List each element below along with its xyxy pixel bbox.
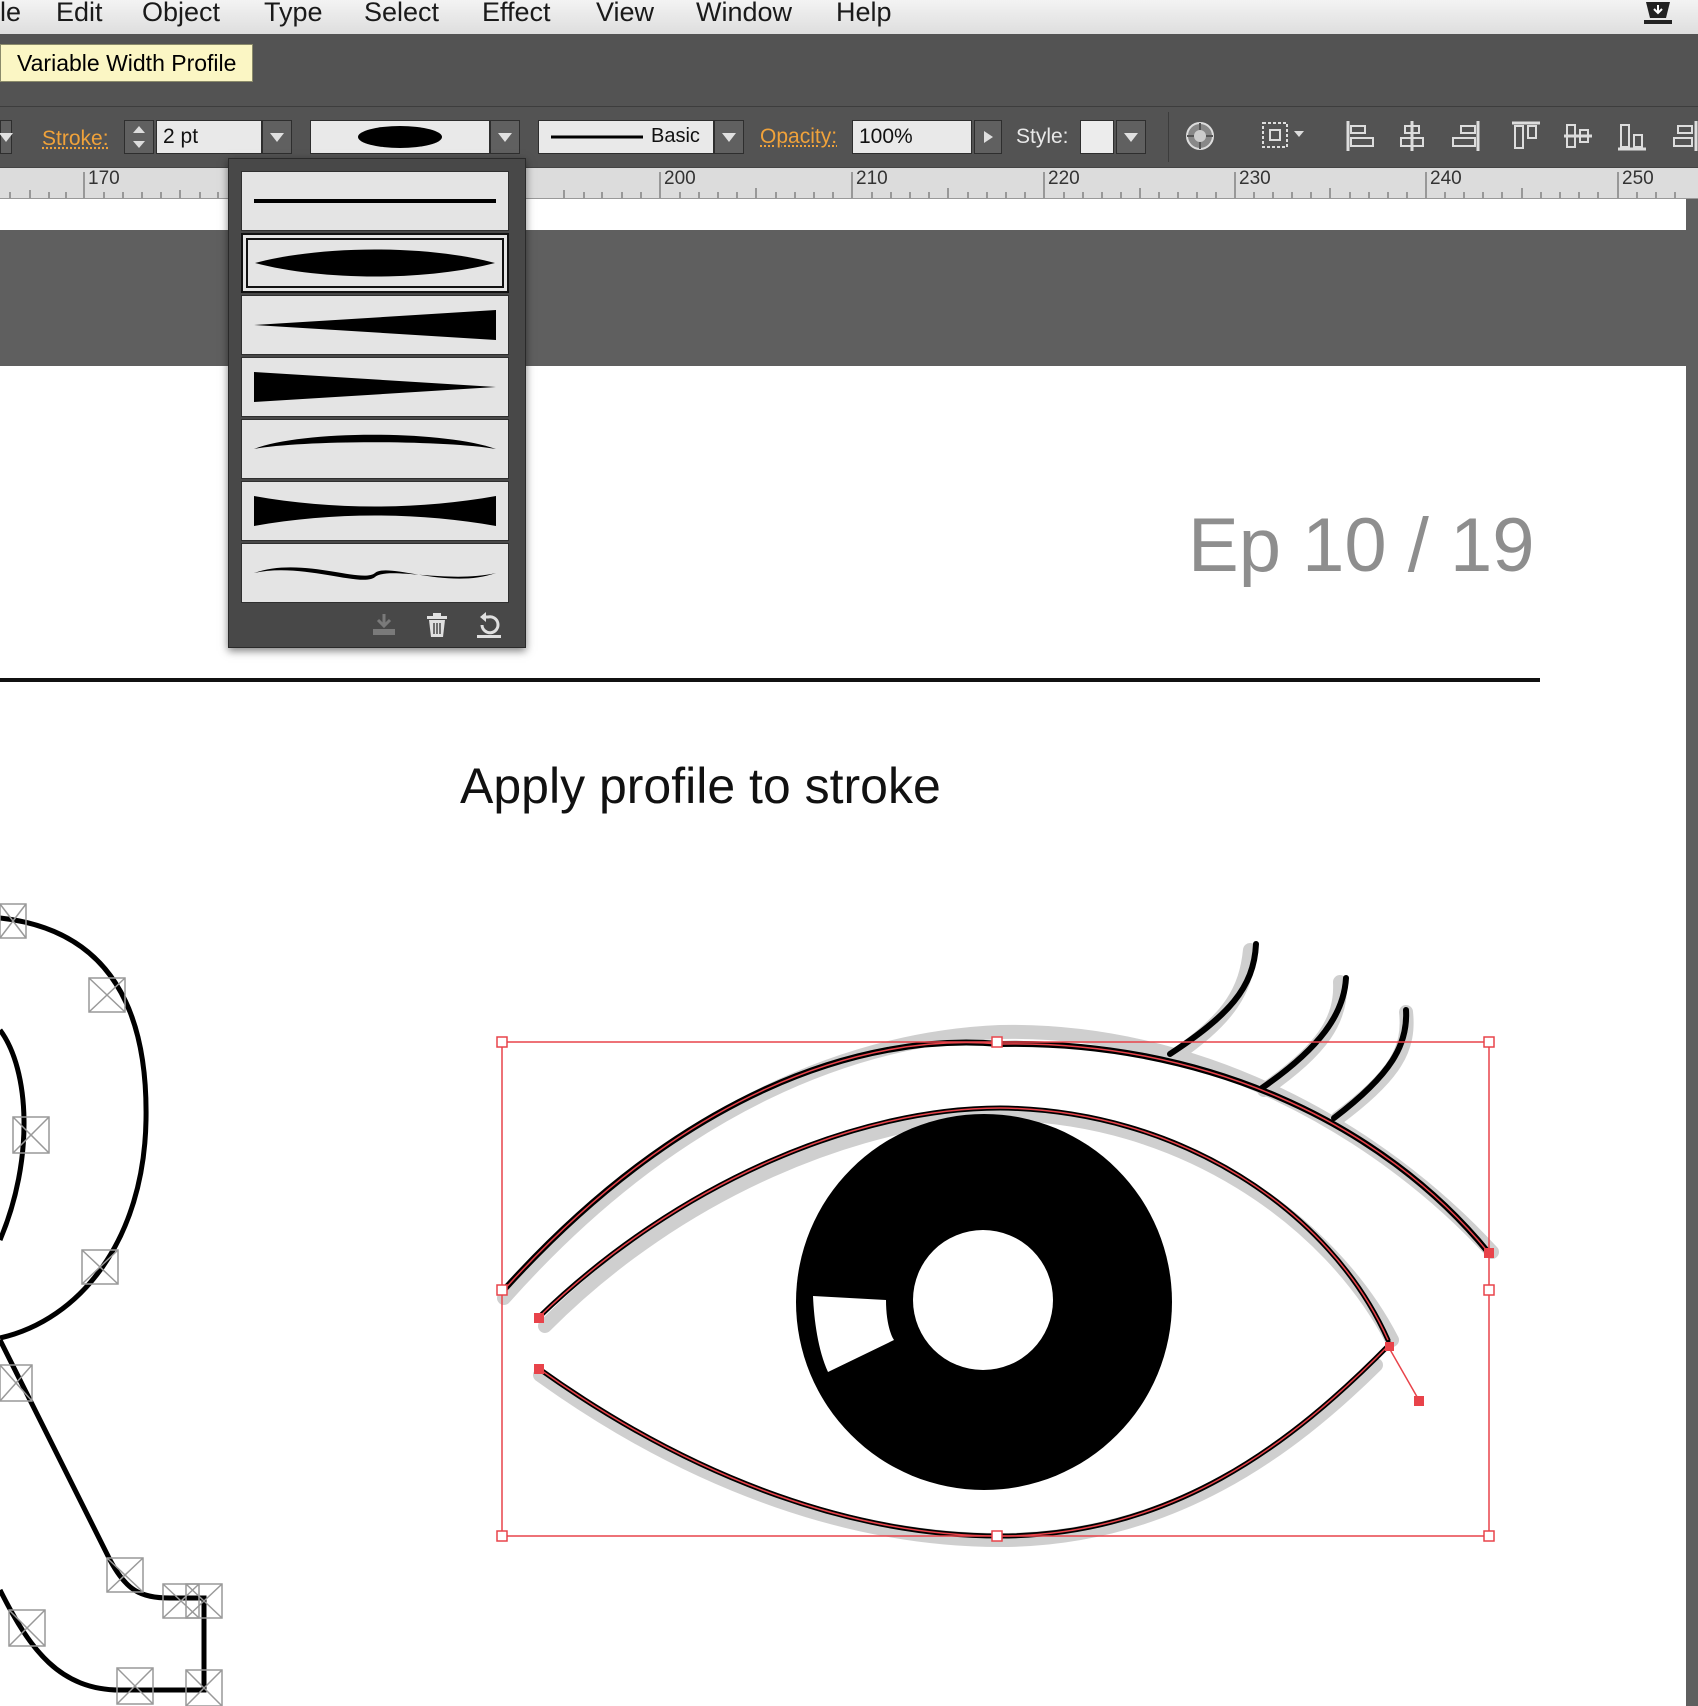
stroke-label[interactable]: Stroke: bbox=[42, 127, 109, 151]
stroke-stepper[interactable] bbox=[124, 120, 154, 154]
recolor-artwork-icon[interactable] bbox=[1184, 120, 1216, 152]
ruler-label: 210 bbox=[856, 168, 888, 189]
stroke-weight-input[interactable]: 2 pt bbox=[156, 120, 262, 154]
profile-option[interactable] bbox=[241, 171, 509, 231]
ruler-label: 220 bbox=[1048, 168, 1080, 189]
slide-subtitle: Apply profile to stroke bbox=[460, 758, 941, 814]
profile-option[interactable] bbox=[241, 481, 509, 541]
ruler-label: 200 bbox=[664, 168, 696, 189]
opacity-label[interactable]: Opacity: bbox=[760, 125, 837, 149]
ruler-label: 240 bbox=[1430, 168, 1462, 189]
style-label: Style: bbox=[1016, 125, 1069, 148]
control-strip bbox=[0, 34, 1698, 107]
notification-icon[interactable] bbox=[1640, 0, 1676, 28]
profile-option[interactable] bbox=[241, 419, 509, 479]
page-title: Ep 10 / 19 bbox=[1188, 503, 1535, 588]
menu-edit[interactable]: Edit bbox=[56, 0, 103, 28]
opacity-slider-toggle[interactable] bbox=[974, 120, 1002, 154]
graphic-style-dropdown[interactable] bbox=[1116, 120, 1146, 154]
tooltip: Variable Width Profile bbox=[0, 44, 254, 82]
brush-label: Basic bbox=[651, 125, 700, 147]
align-vertical-center-icon[interactable] bbox=[1562, 119, 1594, 153]
profile-option-selected[interactable] bbox=[241, 233, 509, 293]
opacity-input[interactable]: 100% bbox=[852, 120, 972, 154]
menu-file[interactable]: le bbox=[0, 0, 21, 28]
reset-profiles-icon[interactable] bbox=[474, 611, 504, 639]
profile-preview-icon bbox=[358, 126, 442, 148]
menu-bar: le Edit Object Type Select Effect View W… bbox=[0, 0, 1698, 35]
menu-window[interactable]: Window bbox=[696, 0, 792, 28]
align-to-selection-icon[interactable] bbox=[1260, 117, 1312, 153]
delete-profile-icon[interactable] bbox=[422, 611, 452, 639]
profile-option[interactable] bbox=[241, 295, 509, 355]
ruler-label: 230 bbox=[1239, 168, 1271, 189]
align-bottom-icon[interactable] bbox=[1616, 119, 1648, 153]
align-horizontal-center-icon[interactable] bbox=[1396, 119, 1428, 153]
fill-dropdown[interactable] bbox=[0, 120, 13, 154]
profile-option[interactable] bbox=[241, 357, 509, 417]
align-right-icon[interactable] bbox=[1450, 119, 1482, 153]
menu-object[interactable]: Object bbox=[142, 0, 220, 28]
graphic-style-swatch[interactable] bbox=[1080, 120, 1114, 154]
width-profile-selector[interactable] bbox=[310, 120, 490, 154]
menu-help[interactable]: Help bbox=[836, 0, 892, 28]
save-profile-icon[interactable] bbox=[369, 611, 399, 639]
ruler-label: 170 bbox=[88, 168, 120, 189]
width-profile-dropdown[interactable] bbox=[490, 120, 520, 154]
menu-view[interactable]: View bbox=[596, 0, 654, 28]
align-top-icon[interactable] bbox=[1510, 119, 1542, 153]
width-profile-popup bbox=[228, 158, 526, 648]
profile-option[interactable] bbox=[241, 543, 509, 603]
stroke-weight-dropdown[interactable] bbox=[262, 120, 292, 154]
divider-line bbox=[0, 678, 1540, 682]
brush-dropdown[interactable] bbox=[714, 120, 744, 154]
menu-select[interactable]: Select bbox=[364, 0, 439, 28]
menu-type[interactable]: Type bbox=[264, 0, 323, 28]
distribute-icon[interactable] bbox=[1672, 119, 1698, 153]
brush-definition-field[interactable]: Basic bbox=[538, 120, 714, 154]
menu-effect[interactable]: Effect bbox=[482, 0, 551, 28]
align-left-icon[interactable] bbox=[1344, 119, 1376, 153]
divider bbox=[1168, 112, 1169, 162]
ruler-label: 250 bbox=[1622, 168, 1654, 189]
